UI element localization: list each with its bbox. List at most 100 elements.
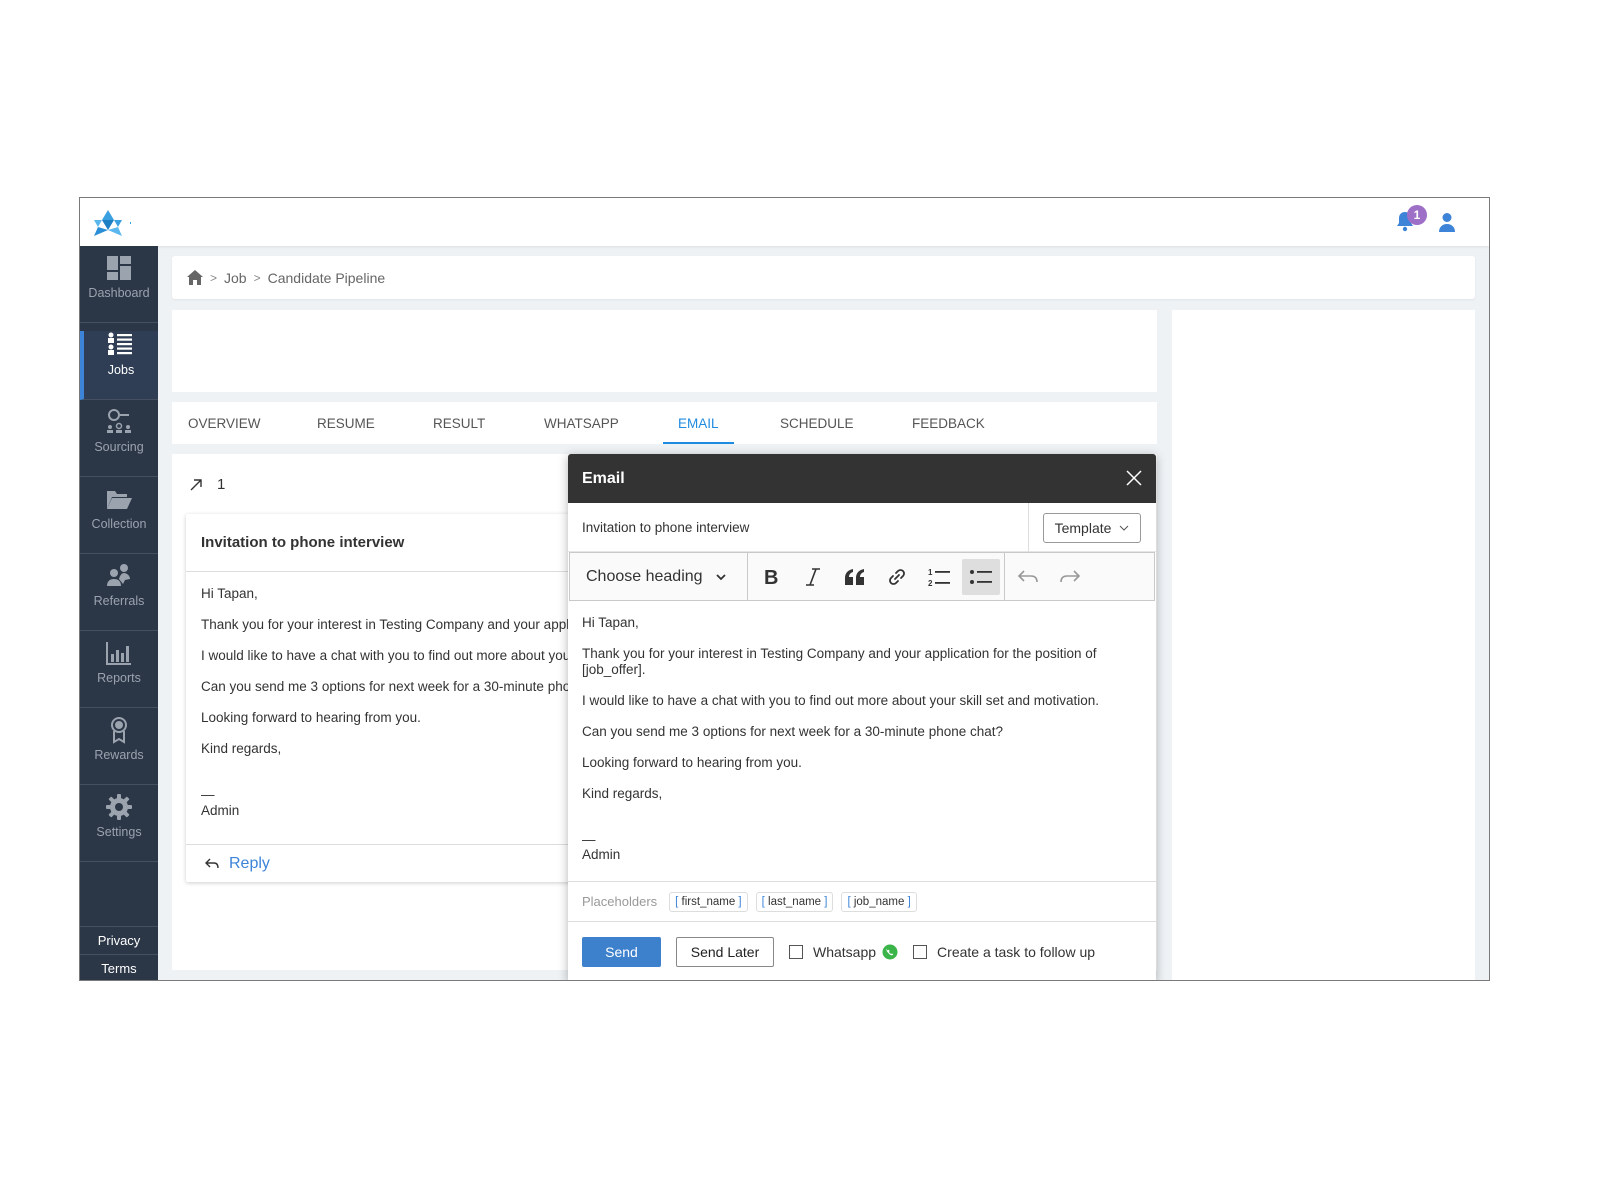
sidebar-footer: Privacy Terms xyxy=(80,926,158,980)
placeholder-chip-last-name[interactable]: [ last_name ] xyxy=(755,891,834,912)
tab-email[interactable]: EMAIL xyxy=(663,402,734,444)
notification-badge[interactable]: 1 xyxy=(1407,205,1427,225)
quote-icon xyxy=(845,568,864,585)
gear-icon xyxy=(106,794,132,820)
terms-link[interactable]: Terms xyxy=(80,954,158,980)
breadcrumb-candidate-pipeline: Candidate Pipeline xyxy=(267,269,386,286)
bar-chart-icon xyxy=(106,642,131,665)
tab-resume[interactable]: RESUME xyxy=(317,402,375,444)
whatsapp-label: Whatsapp xyxy=(813,944,877,960)
chevron-right-icon: > xyxy=(253,270,261,285)
sidebar: Dashboard Jobs Sourcing Collection Refer… xyxy=(80,246,158,980)
jobs-list-icon xyxy=(108,332,132,355)
message-line: I would like to have a chat with you to … xyxy=(201,648,586,663)
chevron-down-icon xyxy=(1120,525,1129,531)
tab-result[interactable]: RESULT xyxy=(433,402,485,444)
link-button[interactable] xyxy=(878,559,916,595)
sidebar-item-sourcing[interactable]: Sourcing xyxy=(80,408,158,477)
toolbar-divider xyxy=(1004,553,1005,600)
sidebar-item-label: Rewards xyxy=(94,748,144,762)
message-line: Kind regards, xyxy=(201,741,282,756)
top-bar: 1 xyxy=(80,198,1489,246)
arrow-up-right-icon[interactable] xyxy=(189,478,203,492)
editor-line: Looking forward to hearing from you. xyxy=(582,755,802,770)
tab-schedule[interactable]: SCHEDULE xyxy=(780,402,854,444)
editor-line: Kind regards, xyxy=(582,786,663,801)
sidebar-item-label: Sourcing xyxy=(94,440,144,454)
tab-whatsapp[interactable]: WHATSAPP xyxy=(544,402,619,444)
email-body-editor[interactable]: Hi Tapan, Thank you for your interest in… xyxy=(568,601,1156,882)
award-icon xyxy=(111,717,127,744)
tab-bar: OVERVIEW RESUME RESULT WHATSAPP EMAIL SC… xyxy=(172,402,1157,444)
heading-dropdown[interactable]: Choose heading xyxy=(570,553,748,600)
subject-input[interactable] xyxy=(582,503,1022,552)
email-compose-modal: Email Template Choose heading xyxy=(568,454,1156,980)
numbered-list-icon: 1 2 xyxy=(928,568,950,587)
placeholders-label: Placeholders xyxy=(582,894,658,909)
template-dropdown[interactable]: Template xyxy=(1043,513,1141,543)
bulleted-list-icon xyxy=(970,569,992,584)
tab-overview[interactable]: OVERVIEW xyxy=(188,402,261,444)
undo-button[interactable] xyxy=(1009,559,1047,595)
reply-label: Reply xyxy=(229,854,270,872)
send-later-button[interactable]: Send Later xyxy=(676,937,774,967)
svg-text:1: 1 xyxy=(928,568,933,577)
placeholder-chip-first-name[interactable]: [ first_name ] xyxy=(669,891,748,912)
reply-button[interactable]: Reply xyxy=(186,844,586,882)
reply-icon xyxy=(205,858,219,868)
candidate-header-panel xyxy=(172,310,1157,392)
thread-count-value: 1 xyxy=(217,476,226,493)
sidebar-item-jobs[interactable]: Jobs xyxy=(80,331,158,400)
close-icon[interactable] xyxy=(1126,470,1142,486)
italic-icon xyxy=(806,567,820,586)
bold-button[interactable]: B xyxy=(752,559,790,595)
sidebar-item-label: Jobs xyxy=(107,363,135,377)
user-icon[interactable] xyxy=(1438,212,1456,232)
placeholders-row: Placeholders [ first_name ] [ last_name … xyxy=(568,882,1156,922)
message-line: Can you send me 3 options for next week … xyxy=(201,679,586,694)
send-button[interactable]: Send xyxy=(582,937,661,967)
sidebar-item-referrals[interactable]: Referrals xyxy=(80,562,158,631)
breadcrumb-job[interactable]: Job xyxy=(224,270,247,286)
sidebar-item-collection[interactable]: Collection xyxy=(80,485,158,554)
placeholder-text: job_name xyxy=(853,895,905,908)
italic-button[interactable] xyxy=(794,559,832,595)
blockquote-button[interactable] xyxy=(836,559,874,595)
app-logo[interactable] xyxy=(94,210,122,236)
message-signature: Admin xyxy=(201,803,240,818)
sidebar-item-settings[interactable]: Settings xyxy=(80,793,158,862)
modal-title: Email xyxy=(582,470,625,487)
svg-text:B: B xyxy=(764,567,778,587)
divider xyxy=(1028,503,1029,552)
folder-icon xyxy=(107,491,132,509)
placeholder-text: first_name xyxy=(681,895,736,908)
sidebar-item-rewards[interactable]: Rewards xyxy=(80,716,158,785)
followup-label: Create a task to follow up xyxy=(937,944,1096,960)
home-icon[interactable] xyxy=(187,270,203,285)
bold-icon: B xyxy=(764,567,778,587)
whatsapp-checkbox[interactable] xyxy=(789,945,803,959)
modal-header: Email xyxy=(568,454,1156,503)
sidebar-item-label: Reports xyxy=(97,671,141,685)
sidebar-item-label: Settings xyxy=(96,825,142,839)
redo-button[interactable] xyxy=(1051,559,1089,595)
sidebar-item-reports[interactable]: Reports xyxy=(80,639,158,708)
whatsapp-icon xyxy=(882,944,898,960)
editor-line: Can you send me 3 options for next week … xyxy=(582,724,1004,739)
privacy-link[interactable]: Privacy xyxy=(80,926,158,954)
bulleted-list-button[interactable] xyxy=(962,558,1000,595)
message-subject[interactable]: Invitation to phone interview xyxy=(186,514,586,572)
thread-count: 1 xyxy=(189,476,225,493)
dashboard-icon xyxy=(107,256,131,280)
editor-line: I would like to have a chat with you to … xyxy=(582,693,1100,708)
followup-checkbox[interactable] xyxy=(913,945,928,959)
email-message-card: Invitation to phone interview Hi Tapan, … xyxy=(186,514,586,882)
numbered-list-button[interactable]: 1 2 xyxy=(920,559,958,595)
message-line: Hi Tapan, xyxy=(201,586,258,601)
template-label: Template xyxy=(1054,520,1112,536)
placeholder-chip-job-name[interactable]: [ job_name ] xyxy=(841,891,917,912)
sidebar-item-dashboard[interactable]: Dashboard xyxy=(80,254,158,323)
tab-feedback[interactable]: FEEDBACK xyxy=(912,402,985,444)
referrals-icon xyxy=(107,564,130,586)
message-line: Thank you for your interest in Testing C… xyxy=(201,617,586,632)
